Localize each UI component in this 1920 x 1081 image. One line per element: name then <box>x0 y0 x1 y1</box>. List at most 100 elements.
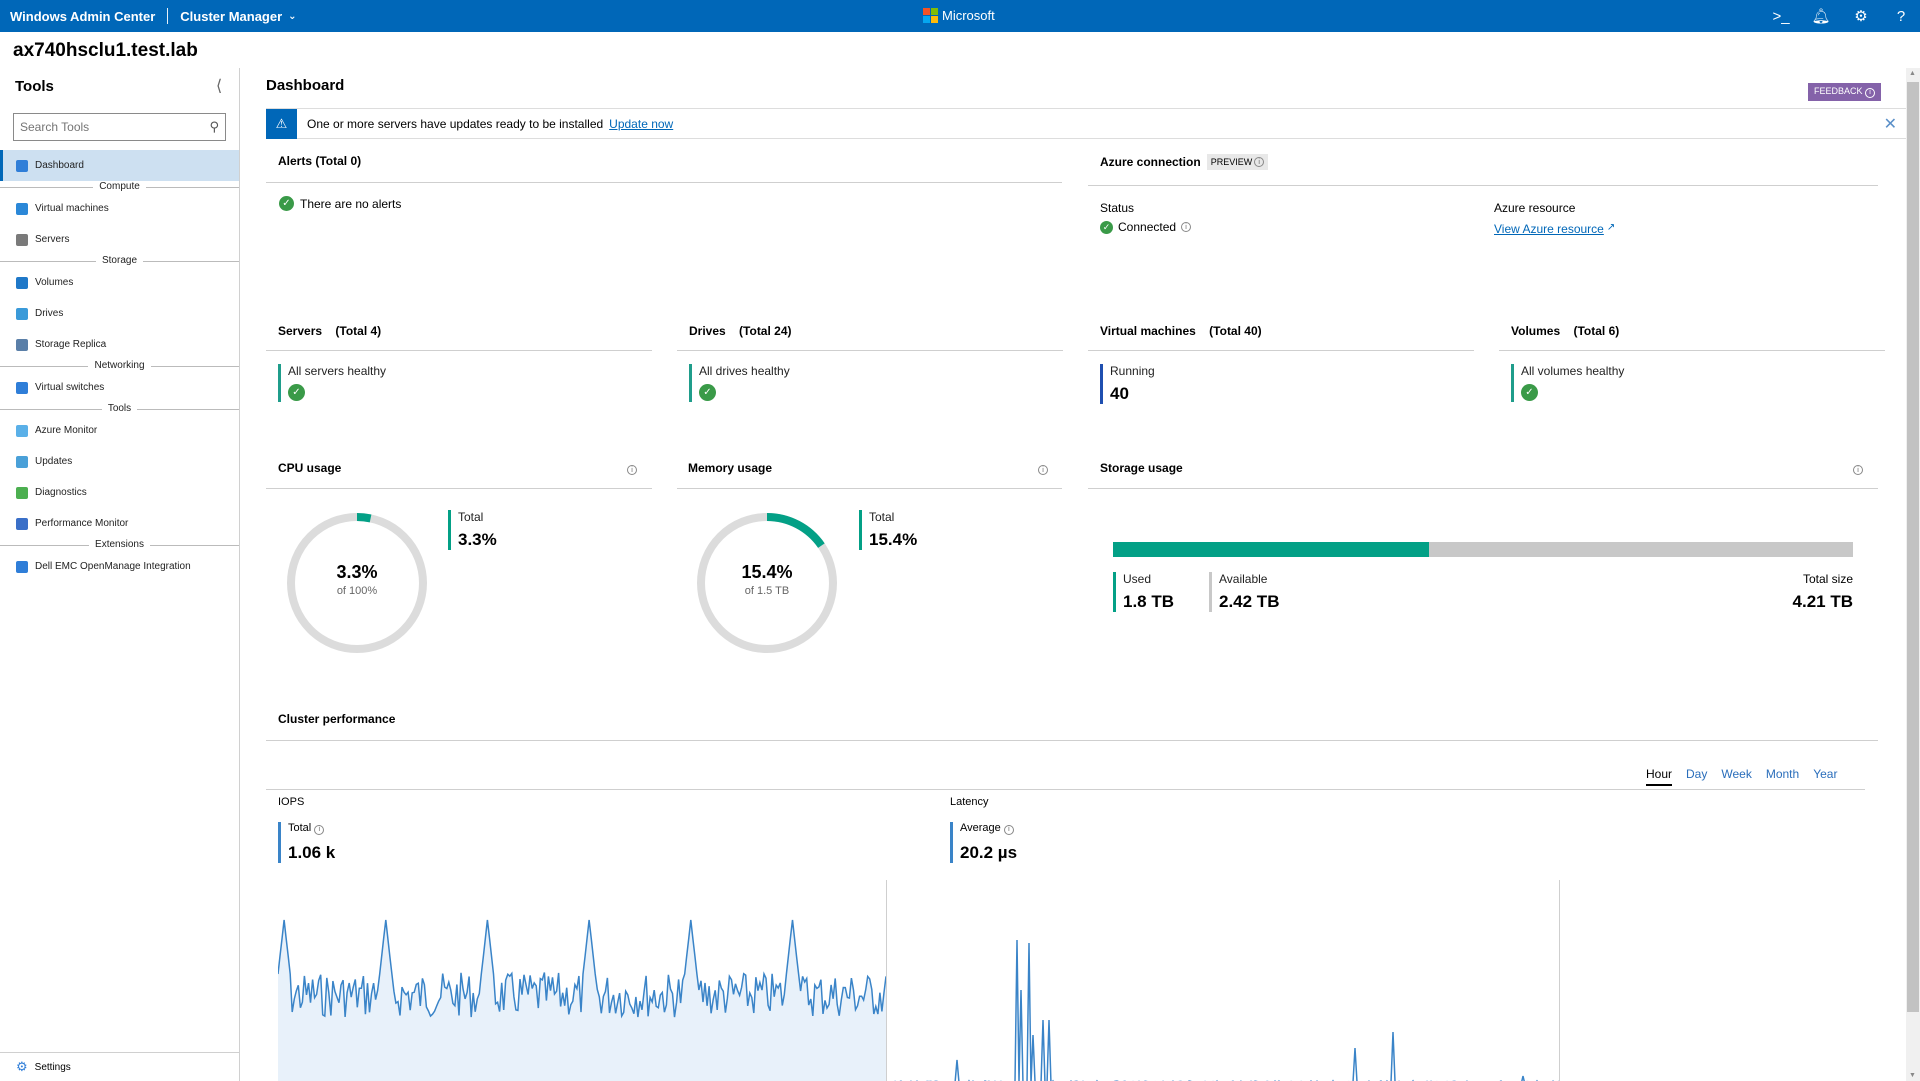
sidebar-item-virtual-switches[interactable]: Virtual switches <box>0 372 239 403</box>
memory-donut-label: 15.4% of 1.5 TB <box>692 562 842 597</box>
sidebar-item-label: Azure Monitor <box>35 425 98 436</box>
sidebar-item-servers[interactable]: Servers <box>0 224 239 255</box>
card-title-text: Volumes <box>1511 324 1561 338</box>
help-icon[interactable]: ? <box>1892 8 1910 25</box>
tab-hour[interactable]: Hour <box>1646 767 1673 786</box>
context-label: Cluster Manager <box>180 8 283 24</box>
sidebar-item-label: Drives <box>35 308 64 319</box>
view-azure-resource-link[interactable]: View Azure resource ↗ <box>1494 222 1615 236</box>
connection-name: ax740hsclu1.test.lab <box>13 40 198 61</box>
info-icon[interactable]: i <box>314 824 325 835</box>
stat-label: All servers healthy <box>288 364 387 378</box>
azure-title: Azure connection <box>1100 155 1201 169</box>
azure-resource-label: Azure resource <box>1494 201 1576 215</box>
health-stat: All drives healthy ✓ <box>689 364 790 402</box>
sidebar-item-dell-emc-openmanage-integration[interactable]: Dell EMC OpenManage Integration <box>0 551 239 582</box>
external-link-icon: ↗ <box>1606 222 1616 233</box>
gear-icon: ⚙ <box>16 1059 28 1074</box>
sidebar-item-azure-monitor[interactable]: Azure Monitor <box>0 415 239 446</box>
cpu-total-stat: Total 3.3% <box>448 510 497 550</box>
cpu-title: CPU usage <box>278 461 342 475</box>
microsoft-brand: Microsoft <box>923 8 995 23</box>
vendor-label: Microsoft <box>942 8 995 23</box>
label-text: Total <box>288 822 312 834</box>
divider <box>1499 350 1885 351</box>
scroll-up-icon[interactable]: ▲ <box>1909 70 1916 77</box>
card-title: Servers (Total 4) <box>278 324 381 338</box>
home-icon <box>16 159 28 172</box>
stat-label: Available <box>1219 572 1268 586</box>
context-switcher[interactable]: Cluster Manager ⌄ <box>180 9 296 24</box>
card-title-text: Drives <box>689 324 726 338</box>
update-now-link[interactable]: Update now <box>609 117 673 131</box>
info-icon[interactable]: i <box>1003 824 1014 835</box>
sidebar-item-label: Dell EMC OpenManage Integration <box>35 561 191 572</box>
feedback-button[interactable]: FEEDBACK i <box>1808 83 1882 101</box>
stat-value: 15.4% <box>869 530 918 549</box>
azure-monitor-icon <box>16 424 28 437</box>
sidebar-item-label: Virtual machines <box>35 203 109 214</box>
sidebar-item-drives[interactable]: Drives <box>0 298 239 329</box>
azure-status: ✓ Connected i <box>1100 220 1192 234</box>
cpu-value: 3.3% <box>336 562 378 582</box>
scroll-down-icon[interactable]: ▼ <box>1909 1072 1916 1079</box>
card-title-text: Virtual machines <box>1100 324 1196 338</box>
cluster-performance-title: Cluster performance <box>278 712 396 726</box>
card-title-text: Servers <box>278 324 323 338</box>
stat-value: 40 <box>1110 384 1129 403</box>
preview-label: PREVIEW <box>1210 157 1253 167</box>
tab-month[interactable]: Month <box>1766 767 1799 786</box>
group-label: Networking <box>88 360 151 371</box>
collapse-sidebar-icon[interactable]: ⟨ <box>216 76 222 96</box>
dashboard: Dashboard FEEDBACK i ⚠ One or more serve… <box>241 68 1920 1081</box>
powershell-icon[interactable]: >_ <box>1772 8 1790 25</box>
check-circle-icon: ✓ <box>1521 384 1538 401</box>
azure-connection-header: Azure connection PREVIEW i <box>1100 154 1269 170</box>
time-range-tabs: Hour Day Week Month Year <box>1646 767 1837 786</box>
tab-day[interactable]: Day <box>1686 767 1707 786</box>
nav-group-header: Networking <box>0 360 239 372</box>
feedback-label: FEEDBACK <box>1814 86 1863 96</box>
app-title[interactable]: Windows Admin Center <box>10 9 155 24</box>
search-icon[interactable]: ⚲ <box>209 119 219 135</box>
update-banner: ⚠ One or more servers have updates ready… <box>266 108 1907 139</box>
search-tools-input[interactable] <box>20 120 210 134</box>
chevron-down-icon: ⌄ <box>288 10 297 22</box>
sidebar-item-diagnostics[interactable]: Diagnostics <box>0 477 239 508</box>
info-icon: i <box>1865 87 1876 98</box>
sidebar-item-performance-monitor[interactable]: Performance Monitor <box>0 508 239 539</box>
stat-label: Total <box>869 510 895 524</box>
sidebar-item-storage-replica[interactable]: Storage Replica <box>0 329 239 360</box>
group-label: Extensions <box>89 539 150 550</box>
virtual-machine-icon <box>16 202 28 215</box>
sidebar-item-dashboard[interactable]: Dashboard <box>0 150 239 181</box>
virtual-switch-icon <box>16 381 28 394</box>
sidebar-item-volumes[interactable]: Volumes <box>0 267 239 298</box>
sidebar-item-virtual-machines[interactable]: Virtual machines <box>0 193 239 224</box>
info-icon[interactable]: i <box>1181 222 1192 232</box>
divider <box>677 488 1062 489</box>
divider <box>266 488 652 489</box>
sidebar-item-settings[interactable]: ⚙ Settings <box>0 1052 239 1081</box>
latency-average-stat: Average i 20.2 µs <box>950 822 1017 863</box>
info-icon[interactable]: i <box>1038 465 1048 475</box>
tab-week[interactable]: Week <box>1721 767 1751 786</box>
azure-status-label: Status <box>1100 201 1135 215</box>
tab-year[interactable]: Year <box>1813 767 1837 786</box>
close-icon[interactable]: ✕ <box>1884 114 1897 134</box>
status: ✓ <box>1521 382 1624 401</box>
stat-label: Total size <box>1802 572 1853 586</box>
sidebar-item-label: Volumes <box>35 277 74 288</box>
latency-chart <box>894 939 1559 1081</box>
vertical-scrollbar[interactable]: ▲ ▼ <box>1906 68 1920 1081</box>
scrollbar-thumb[interactable] <box>1907 82 1919 1012</box>
info-icon[interactable]: i <box>627 465 637 475</box>
info-icon[interactable]: i <box>1853 465 1863 475</box>
stat-value: 4.21 TB <box>1792 592 1853 611</box>
info-icon[interactable]: i <box>1254 157 1265 167</box>
nav-group-header: Tools <box>0 403 239 415</box>
sidebar-item-updates[interactable]: Updates <box>0 446 239 477</box>
settings-icon[interactable]: ⚙ <box>1852 7 1870 25</box>
group-label: Tools <box>101 403 138 414</box>
notifications-icon[interactable]: 🔔︎ <box>1811 7 1830 25</box>
